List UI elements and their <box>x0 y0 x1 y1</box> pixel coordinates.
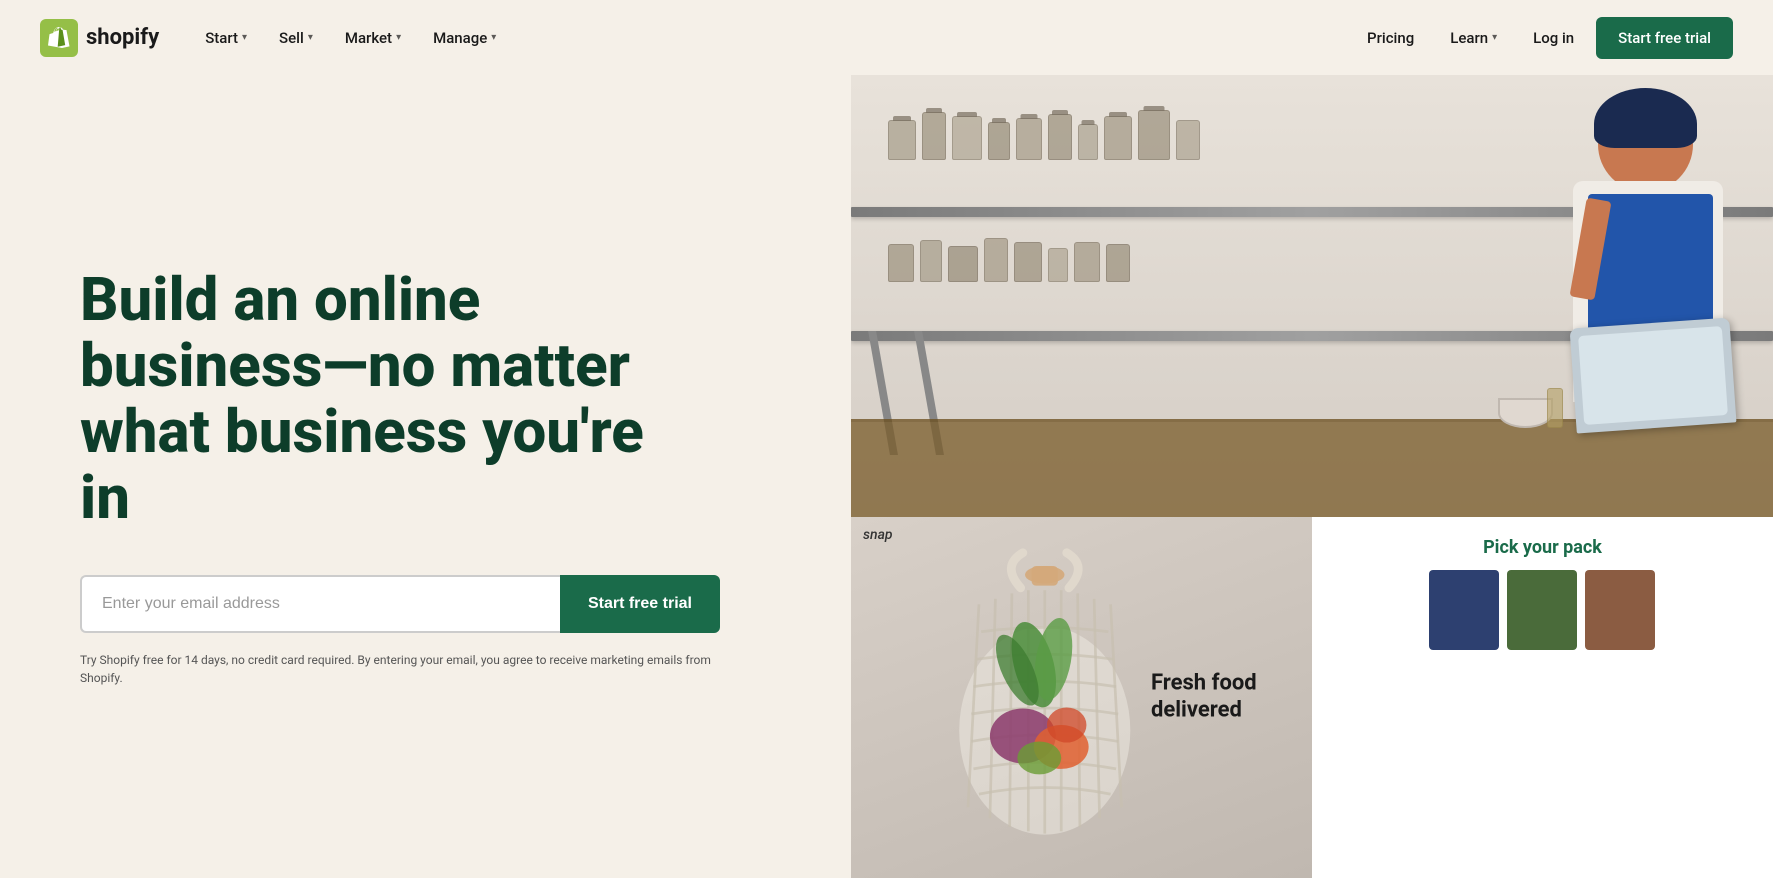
logo-link[interactable]: shopify <box>40 19 159 57</box>
nav-cta-button[interactable]: Start free trial <box>1596 17 1733 59</box>
jar <box>948 246 978 282</box>
hero-heading: Build an online business—no matter what … <box>80 267 700 531</box>
jar <box>1016 118 1042 160</box>
nav-item-sell[interactable]: Sell ▾ <box>265 21 327 55</box>
nav-item-pricing[interactable]: Pricing <box>1353 21 1428 55</box>
jar <box>1138 110 1170 160</box>
jar <box>952 116 982 160</box>
food-bag-scene: snap <box>851 517 1312 878</box>
chevron-down-icon: ▾ <box>308 32 313 43</box>
person-neck <box>1623 154 1653 179</box>
jar <box>1014 242 1042 282</box>
hero-disclaimer: Try Shopify free for 14 days, no credit … <box>80 651 720 687</box>
nav-left-items: Start ▾ Sell ▾ Market ▾ Manage ▾ <box>191 21 1353 55</box>
jar <box>1104 116 1132 160</box>
jar <box>1078 124 1098 160</box>
chevron-down-icon: ▾ <box>242 32 247 43</box>
hero-right-panel: snap <box>851 75 1773 878</box>
navbar: shopify Start ▾ Sell ▾ Market ▾ Manage ▾… <box>0 0 1773 75</box>
jar <box>1074 242 1100 282</box>
swatch-green[interactable] <box>1507 570 1577 650</box>
chevron-down-icon: ▾ <box>491 32 496 43</box>
jar <box>888 120 916 160</box>
swatch-tan[interactable] <box>1585 570 1655 650</box>
laptop-lid <box>1570 318 1737 434</box>
table-surface <box>851 419 1773 516</box>
jar <box>1048 248 1068 282</box>
hero-left-panel: Build an online business—no matter what … <box>0 75 851 878</box>
jar <box>1048 114 1072 160</box>
hero-section: Build an online business—no matter what … <box>0 75 1773 878</box>
hero-cta-button[interactable]: Start free trial <box>560 575 720 633</box>
jars-row-mid <box>888 238 1130 282</box>
net-bag-svg <box>918 544 1172 851</box>
collage-pick-pack-panel: Pick your pack <box>1312 517 1773 878</box>
shopify-logo-icon <box>40 19 78 57</box>
kitchen-scene <box>851 75 1773 517</box>
table-bottle <box>1547 388 1563 428</box>
jar <box>988 122 1010 160</box>
nav-right-items: Pricing Learn ▾ Log in Start free trial <box>1353 17 1733 59</box>
color-swatches <box>1429 570 1655 650</box>
jar <box>920 240 942 282</box>
login-link[interactable]: Log in <box>1519 21 1588 55</box>
nav-item-learn[interactable]: Learn ▾ <box>1436 21 1511 55</box>
collage-kitchen-panel <box>851 75 1773 517</box>
email-input[interactable] <box>80 575 560 633</box>
pick-pack-title: Pick your pack <box>1483 537 1602 558</box>
jars-row-top <box>888 110 1200 160</box>
collage-food-panel: snap <box>851 517 1312 878</box>
net-bag-container <box>918 544 1172 851</box>
brand-name: shopify <box>86 25 159 50</box>
hero-form: Start free trial <box>80 575 720 633</box>
nav-item-market[interactable]: Market ▾ <box>331 21 415 55</box>
fresh-food-text: Fresh food delivered <box>1151 671 1257 724</box>
laptop-screen <box>1578 326 1728 425</box>
chevron-down-icon: ▾ <box>1492 32 1497 43</box>
jar <box>922 112 946 160</box>
jar <box>1106 244 1130 282</box>
nav-item-start[interactable]: Start ▾ <box>191 21 261 55</box>
swatch-navy[interactable] <box>1429 570 1499 650</box>
nav-item-manage[interactable]: Manage ▾ <box>419 21 510 55</box>
jar <box>1176 120 1200 160</box>
jar <box>888 244 914 282</box>
snap-label: snap <box>863 527 893 543</box>
hero-collage: snap <box>851 75 1773 878</box>
chevron-down-icon: ▾ <box>396 32 401 43</box>
jar <box>984 238 1008 282</box>
